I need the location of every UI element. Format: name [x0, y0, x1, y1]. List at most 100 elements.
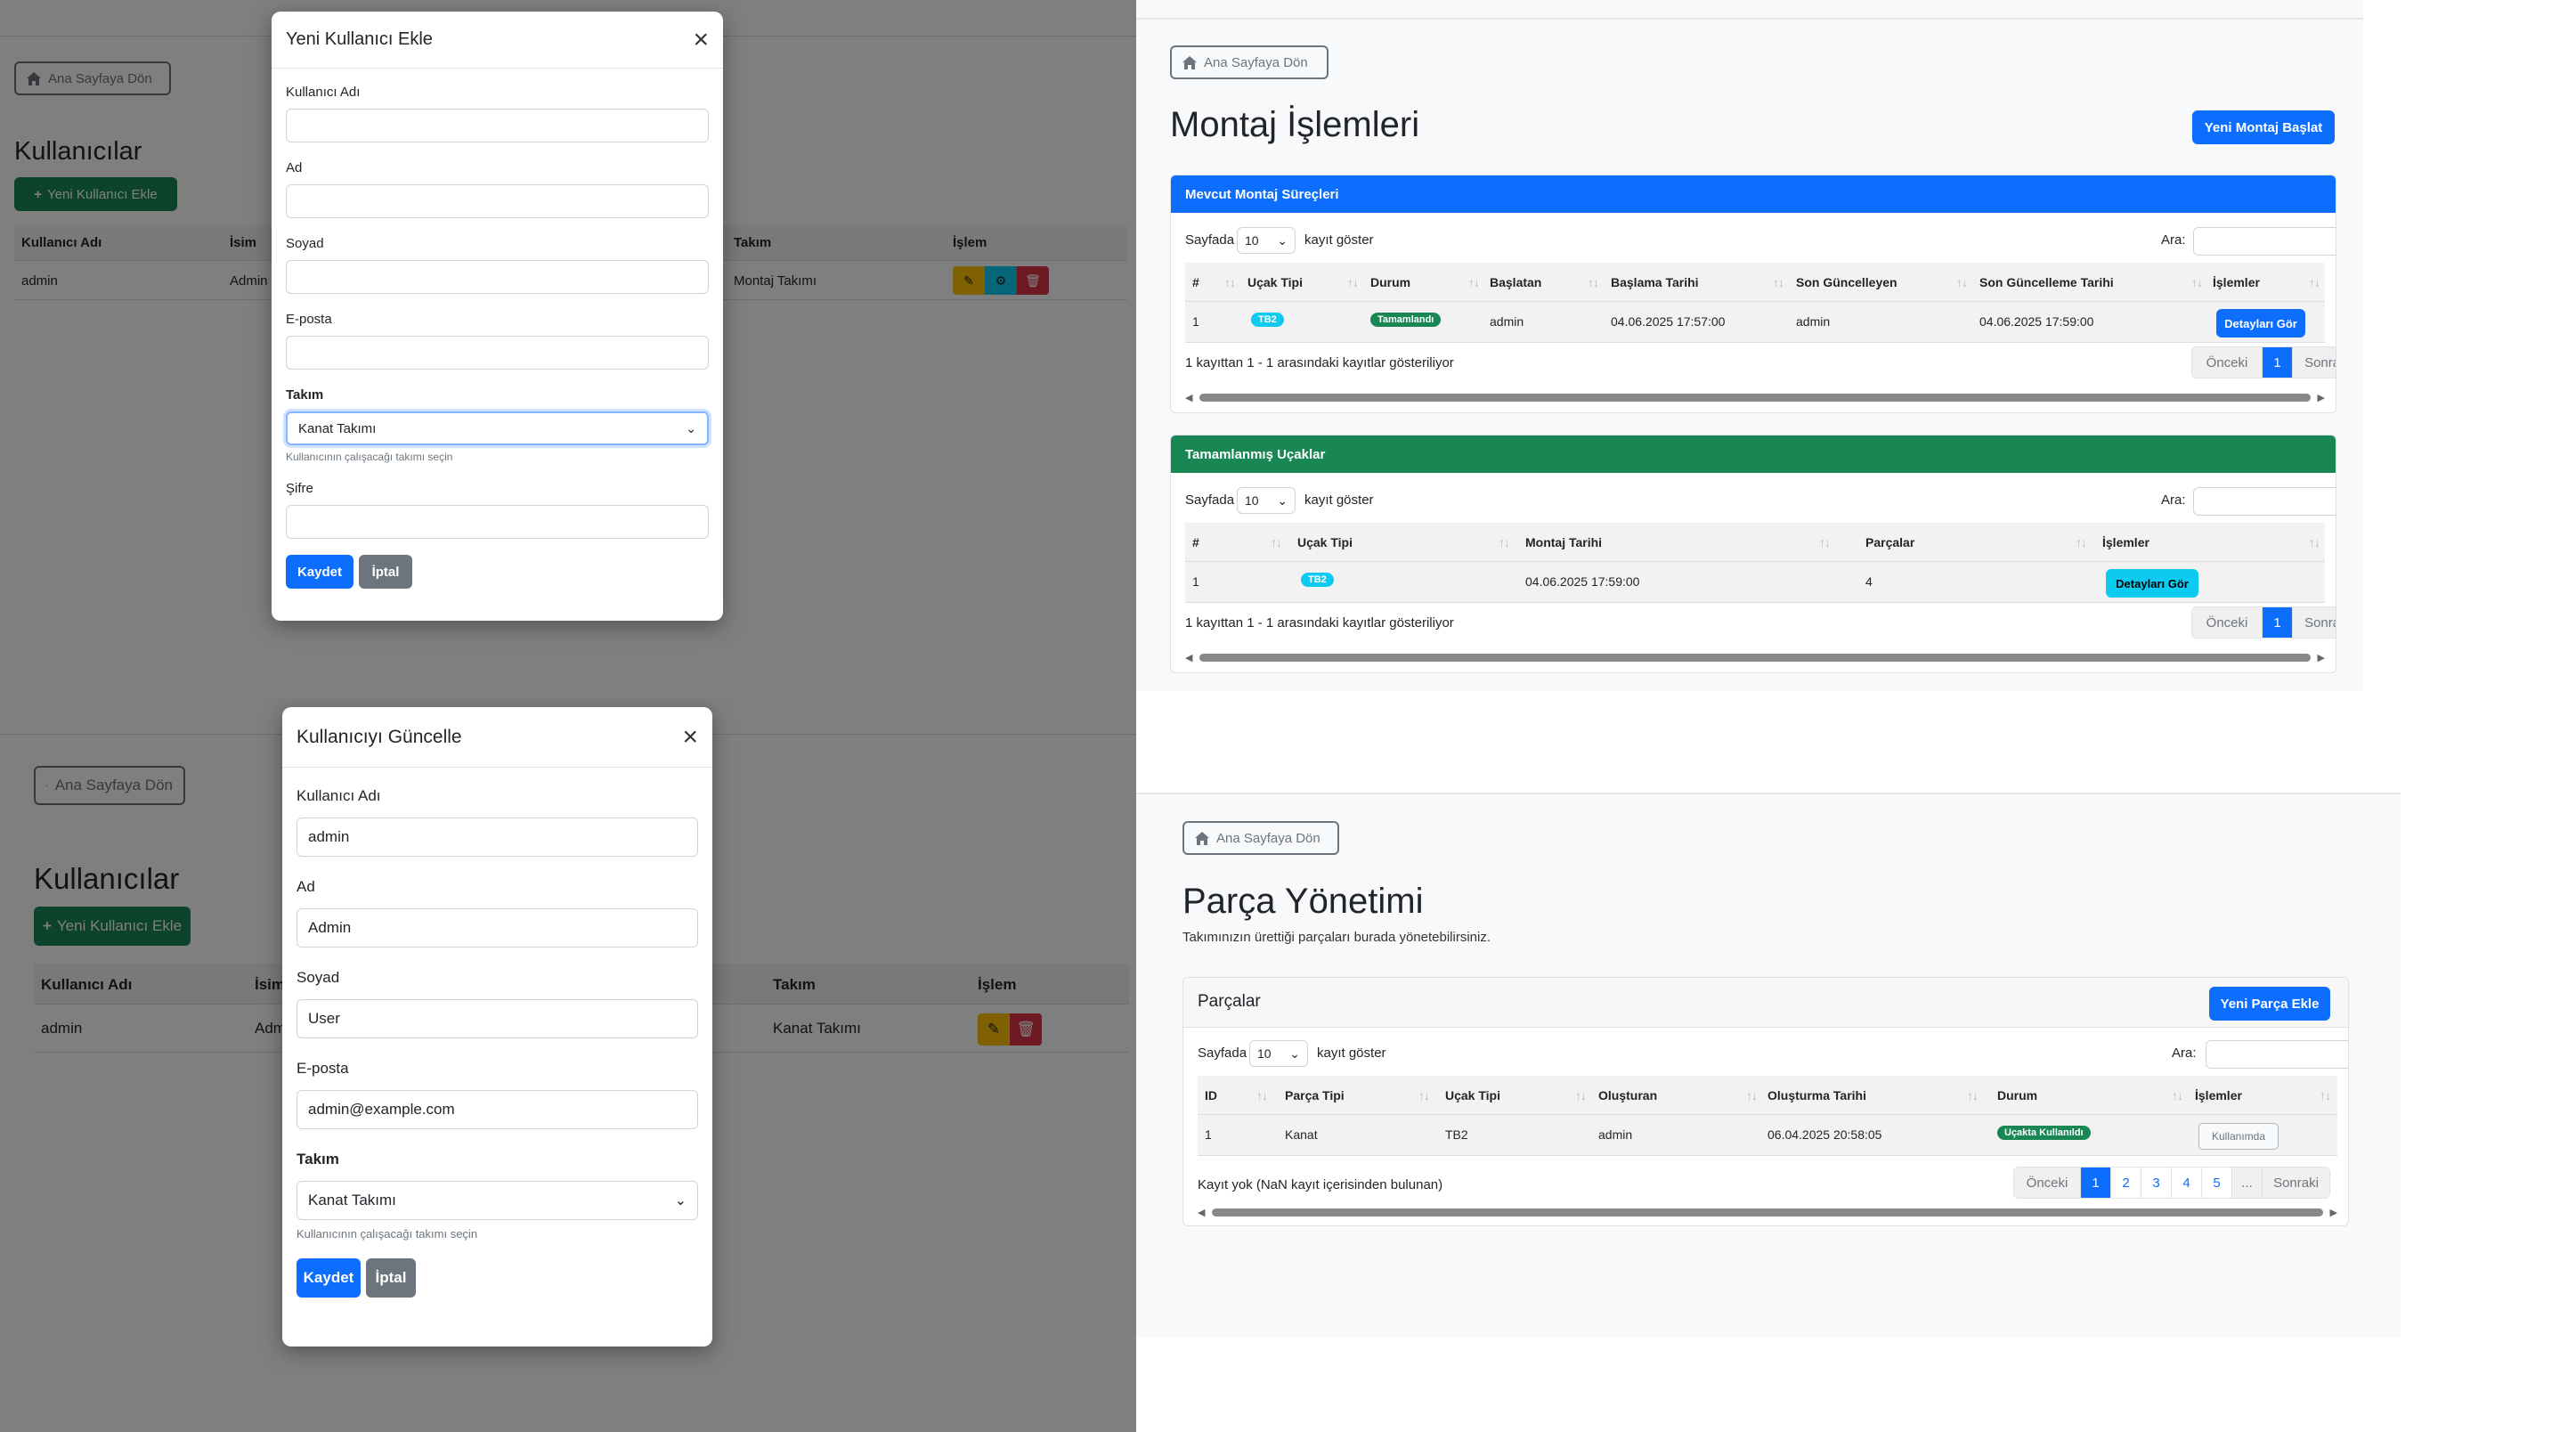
team-help: Kullanıcının çalışacağı takımı seçin: [297, 1227, 478, 1241]
horizontal-scrollbar[interactable]: ◀ ▶: [1185, 651, 2325, 663]
team-label: Takım: [286, 387, 324, 403]
password-input[interactable]: [286, 505, 709, 539]
prev-button[interactable]: Önceki: [2014, 1168, 2080, 1198]
add-part-button[interactable]: Yeni Parça Ekle: [2209, 987, 2330, 1021]
next-button[interactable]: Sonraki: [2262, 1168, 2329, 1198]
details-button[interactable]: Detayları Gör: [2106, 569, 2198, 598]
col-type: Uçak Tipi: [1297, 535, 1353, 549]
email-input[interactable]: [286, 336, 709, 370]
next-button[interactable]: Sonraki: [2292, 347, 2336, 378]
users-update-panel: Ana Sayfaya Dön Kullanıcılar + Yeni Kull…: [0, 698, 1136, 1432]
cell-id: 1: [1205, 1127, 1212, 1142]
cell-start-date: 04.06.2025 17:57:00: [1611, 314, 1726, 329]
length-prefix: Sayfada: [1185, 492, 1235, 508]
horizontal-scrollbar[interactable]: ◀ ▶: [1198, 1206, 2337, 1218]
password-label: Şifre: [286, 481, 313, 496]
page-subtitle: Takımınızın ürettiği parçaları burada yö…: [1182, 930, 1491, 945]
card-header: Mevcut Montaj Süreçleri: [1185, 186, 1339, 202]
table-info: 1 kayıttan 1 - 1 arasındaki kayıtlar gös…: [1185, 615, 1454, 631]
col-updater: Son Güncelleyen: [1796, 275, 1897, 289]
back-home-button[interactable]: Ana Sayfaya Dön: [1170, 45, 1329, 79]
cell-date: 06.04.2025 20:58:05: [1767, 1127, 1882, 1142]
col-creator: Oluşturan: [1598, 1088, 1658, 1102]
prev-button[interactable]: Önceki: [2192, 607, 2262, 638]
parts-card: Parçalar Yeni Parça Ekle Sayfada 10 ⌄ kay…: [1182, 977, 2349, 1226]
page-length-select[interactable]: 10 ⌄: [1237, 227, 1296, 254]
search-input[interactable]: [2193, 487, 2336, 516]
username-input[interactable]: [286, 109, 709, 142]
surname-input[interactable]: User: [297, 999, 698, 1038]
scroll-left-icon[interactable]: ◀: [1185, 392, 1192, 403]
close-icon[interactable]: ×: [682, 722, 698, 753]
col-part-type: Parça Tipi: [1285, 1088, 1345, 1102]
table-info: Kayıt yok (NaN kayıt içerisinden bulunan…: [1198, 1177, 1443, 1192]
prev-button[interactable]: Önceki: [2192, 347, 2262, 378]
current-processes-card: Mevcut Montaj Süreçleri Sayfada 10 ⌄ kayı…: [1170, 175, 2336, 413]
scroll-right-icon[interactable]: ▶: [2318, 392, 2325, 403]
page-length-select[interactable]: 10 ⌄: [1237, 487, 1296, 514]
page-length-value: 10: [1257, 1046, 1272, 1061]
horizontal-scrollbar[interactable]: ◀ ▶: [1185, 391, 2325, 403]
cell-starter: admin: [1490, 314, 1524, 329]
assembly-panel: Ana Sayfaya Dön Montaj İşlemleri Yeni Mo…: [1136, 0, 2363, 691]
name-input[interactable]: Admin: [297, 908, 698, 948]
email-input[interactable]: admin@example.com: [297, 1090, 698, 1129]
next-button[interactable]: Sonraki: [2292, 607, 2336, 638]
back-home-button[interactable]: Ana Sayfaya Dön: [1182, 821, 1339, 855]
card-title: Parçalar: [1198, 992, 1261, 1011]
col-no: #: [1192, 275, 1199, 289]
name-input[interactable]: [286, 184, 709, 218]
save-button[interactable]: Kaydet: [286, 555, 353, 589]
page-1-button[interactable]: 1: [2080, 1168, 2110, 1198]
page-title: Parça Yönetimi: [1182, 882, 1424, 921]
type-badge: TB2: [1251, 313, 1284, 327]
scroll-right-icon[interactable]: ▶: [2330, 1207, 2337, 1218]
save-button[interactable]: Kaydet: [297, 1258, 361, 1298]
parts-table: ID ↑↓ Parça Tipi ↑↓ Uçak Tipi ↑↓ Oluşturan ↑…: [1198, 1076, 2337, 1156]
search-input[interactable]: [2206, 1040, 2348, 1069]
username-input[interactable]: admin: [297, 818, 698, 857]
cancel-button[interactable]: İptal: [366, 1258, 416, 1298]
cell-update-date: 04.06.2025 17:59:00: [1979, 314, 2094, 329]
page-4-button[interactable]: 4: [2171, 1168, 2201, 1198]
page-1-button[interactable]: 1: [2262, 607, 2292, 638]
chevron-down-icon: ⌄: [1277, 492, 1288, 508]
close-icon[interactable]: ×: [693, 25, 709, 55]
surname-label: Soyad: [286, 236, 324, 251]
table-info: 1 kayıttan 1 - 1 arasındaki kayıtlar gös…: [1185, 355, 1454, 370]
col-date: Montaj Tarihi: [1525, 535, 1603, 549]
chevron-down-icon: ⌄: [1277, 232, 1288, 248]
status-badge: Tamamlandı: [1370, 313, 1442, 327]
page-1-button[interactable]: 1: [2262, 347, 2292, 378]
scroll-left-icon[interactable]: ◀: [1198, 1207, 1205, 1218]
home-icon: [1182, 55, 1197, 69]
chevron-down-icon: ⌄: [1289, 1046, 1300, 1061]
page-length-select[interactable]: 10 ⌄: [1249, 1040, 1308, 1067]
cell-updater: admin: [1796, 314, 1831, 329]
page-2-button[interactable]: 2: [2110, 1168, 2141, 1198]
cell-no: 1: [1192, 574, 1199, 589]
in-use-button[interactable]: Kullanımda: [2198, 1123, 2279, 1150]
team-select[interactable]: Kanat Takımı ⌄: [297, 1181, 698, 1220]
search-input[interactable]: [2193, 227, 2336, 256]
col-actions: İşlemler: [2195, 1088, 2242, 1102]
page-5-button[interactable]: 5: [2201, 1168, 2231, 1198]
col-starter: Başlatan: [1490, 275, 1542, 289]
scroll-right-icon[interactable]: ▶: [2318, 652, 2325, 663]
scroll-left-icon[interactable]: ◀: [1185, 652, 1192, 663]
start-assembly-button[interactable]: Yeni Montaj Başlat: [2192, 110, 2335, 144]
page-length-value: 10: [1245, 233, 1259, 248]
email-label: E-posta: [297, 1060, 349, 1077]
chevron-down-icon: ⌄: [686, 420, 696, 435]
table-row: 1 TB2 04.06.2025 17:59:00 4 Detayları Gö…: [1185, 562, 2325, 603]
email-label: E-posta: [286, 312, 332, 327]
surname-input[interactable]: [286, 260, 709, 294]
team-select[interactable]: Kanat Takımı ⌄: [286, 411, 709, 445]
length-suffix: kayıt göster: [1304, 232, 1374, 248]
details-button[interactable]: Detayları Gör: [2216, 309, 2305, 338]
modal-title: Kullanıcıyı Güncelle: [297, 726, 462, 747]
col-type: Uçak Tipi: [1247, 275, 1303, 289]
cancel-button[interactable]: İptal: [359, 555, 412, 589]
page-3-button[interactable]: 3: [2141, 1168, 2171, 1198]
completed-aircraft-card: Tamamlanmış Uçaklar Sayfada 10 ⌄ kayıt gö…: [1170, 435, 2336, 673]
